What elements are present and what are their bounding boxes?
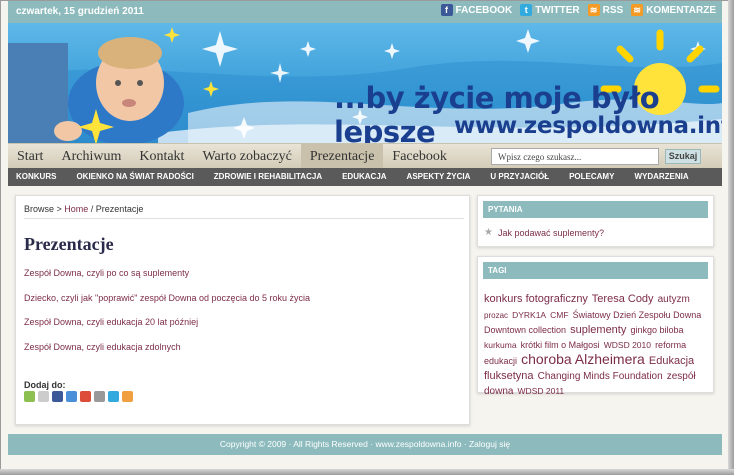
cat-okienko[interactable]: OKIENKO NA ŚWIAT RADOŚCI	[66, 168, 203, 186]
divider	[24, 218, 464, 219]
presentation-link[interactable]: Zespół Downa, czyli edukacja 20 lat późn…	[24, 317, 310, 342]
twitter-icon: t	[520, 4, 533, 16]
nav-kontakt[interactable]: Kontakt	[130, 144, 193, 169]
facebook-label: FACEBOOK	[455, 4, 513, 16]
presentation-link[interactable]: Dziecko, czyli jak "poprawić" zespół Dow…	[24, 293, 310, 318]
tags-header: TAGI	[483, 262, 708, 279]
top-bar: czwartek, 15 grudzień 2011 f FACEBOOK t …	[8, 1, 722, 23]
tag-link[interactable]: CMF	[550, 310, 568, 320]
question-link[interactable]: ★ Jak podawać suplementy?	[484, 227, 605, 239]
rss-icon: ≋	[631, 4, 644, 16]
rss-link[interactable]: ≋ RSS	[587, 4, 624, 16]
question-text: Jak podawać suplementy?	[498, 228, 605, 238]
nav-warto-zobaczyc[interactable]: Warto zobaczyć	[193, 144, 300, 169]
tag-link[interactable]: Changing Minds Foundation	[538, 371, 663, 382]
tag-link[interactable]: choroba Alzheimera	[521, 351, 645, 367]
cat-edukacja[interactable]: EDUKACJA	[332, 168, 396, 186]
cat-aspekty-zycia[interactable]: ASPEKTY ŻYCIA	[397, 168, 481, 186]
share-icon[interactable]	[122, 391, 133, 402]
breadcrumb-browse: Browse >	[24, 204, 65, 214]
comments-label: KOMENTARZE	[646, 4, 716, 16]
tag-link[interactable]: WDSD 2011	[518, 386, 565, 396]
tag-link[interactable]: ginkgo biloba	[630, 325, 683, 335]
tag-link[interactable]: Światowy Dzień Zespołu Downa	[573, 310, 702, 320]
presentation-list: Zespół Downa, czyli po co są suplementy …	[24, 268, 310, 367]
category-nav: KONKURS OKIENKO NA ŚWIAT RADOŚCI ZDROWIE…	[8, 168, 722, 186]
questions-header: PYTANIA	[483, 201, 708, 218]
tag-link[interactable]: autyzm	[658, 294, 690, 305]
header-banner[interactable]: ...by życie moje było lepsze www.zespold…	[8, 23, 722, 143]
main-nav: Start Archiwum Kontakt Warto zobaczyć Pr…	[8, 143, 722, 169]
window-shadow-right	[728, 0, 734, 475]
tag-link[interactable]: Downtown collection	[484, 325, 566, 335]
facebook-icon: f	[440, 4, 453, 16]
tag-link[interactable]: prozac	[484, 311, 508, 320]
footer: Copyright © 2009 · All Rights Reserved ·…	[8, 434, 722, 455]
search-button[interactable]: Szukaj	[665, 149, 701, 164]
share-icon[interactable]	[94, 391, 105, 402]
comments-rss-link[interactable]: ≋ KOMENTARZE	[631, 4, 716, 16]
rss-icon: ≋	[587, 4, 600, 16]
breadcrumb: Browse > Home / Prezentacje	[24, 204, 143, 214]
share-icon[interactable]	[38, 391, 49, 402]
page-title: Prezentacje	[24, 234, 114, 254]
share-icon[interactable]	[108, 391, 119, 402]
cat-polecamy[interactable]: POLECAMY	[559, 168, 624, 186]
tag-link[interactable]: Teresa Cody	[592, 293, 654, 305]
current-date: czwartek, 15 grudzień 2011	[16, 6, 144, 17]
tag-link[interactable]: kurkuma	[484, 340, 517, 350]
search-input[interactable]	[491, 148, 659, 165]
main-content: Browse > Home / Prezentacje Prezentacje …	[15, 195, 470, 425]
questions-box: PYTANIA ★ Jak podawać suplementy?	[477, 195, 714, 247]
share-icons	[24, 391, 133, 402]
breadcrumb-home-link[interactable]: Home	[64, 204, 88, 214]
share-icon[interactable]	[80, 391, 91, 402]
cat-konkurs[interactable]: KONKURS	[8, 168, 66, 186]
nav-prezentacje[interactable]: Prezentacje	[300, 144, 384, 169]
tag-link[interactable]: suplementy	[570, 324, 626, 336]
breadcrumb-current: / Prezentacje	[88, 204, 144, 214]
tag-link[interactable]: DYRK1A	[512, 310, 546, 320]
cat-u-przyjaciol[interactable]: U PRZYJACIÓŁ	[480, 168, 559, 186]
facebook-link[interactable]: f FACEBOOK	[440, 4, 513, 16]
star-icon: ★	[484, 227, 493, 238]
window-shadow-bottom	[0, 469, 734, 475]
banner-site-url: www.zespoldowna.info	[454, 113, 722, 139]
share-icon[interactable]	[24, 391, 35, 402]
tag-link[interactable]: fluksetyna	[484, 370, 534, 382]
tag-link[interactable]: Edukacja	[649, 355, 694, 367]
tag-link[interactable]: konkurs fotograficzny	[484, 293, 588, 305]
presentation-link[interactable]: Zespół Downa, czyli edukacja zdolnych	[24, 342, 310, 367]
twitter-link[interactable]: t TWITTER	[520, 4, 580, 16]
nav-facebook[interactable]: Facebook	[383, 144, 455, 169]
tags-box: TAGI konkurs fotograficzny Teresa Cody a…	[477, 256, 714, 397]
presentation-link[interactable]: Zespół Downa, czyli po co są suplementy	[24, 268, 310, 293]
share-label: Dodaj do:	[24, 380, 66, 390]
twitter-label: TWITTER	[535, 4, 580, 16]
nav-archiwum[interactable]: Archiwum	[52, 144, 130, 169]
share-icon[interactable]	[52, 391, 63, 402]
tag-link[interactable]: krótki film o Małgosi	[521, 340, 600, 350]
nav-start[interactable]: Start	[8, 144, 52, 169]
social-links: f FACEBOOK t TWITTER ≋ RSS ≋ KOMENTARZE	[440, 4, 716, 16]
tag-cloud: konkurs fotograficzny Teresa Cody autyzm…	[484, 292, 708, 400]
share-icon[interactable]	[66, 391, 77, 402]
rss-label: RSS	[602, 4, 624, 16]
cat-zdrowie[interactable]: ZDROWIE I REHABILITACJA	[204, 168, 332, 186]
cat-wydarzenia[interactable]: WYDARZENIA	[624, 168, 698, 186]
tag-link[interactable]: WDSD 2010	[604, 340, 651, 350]
